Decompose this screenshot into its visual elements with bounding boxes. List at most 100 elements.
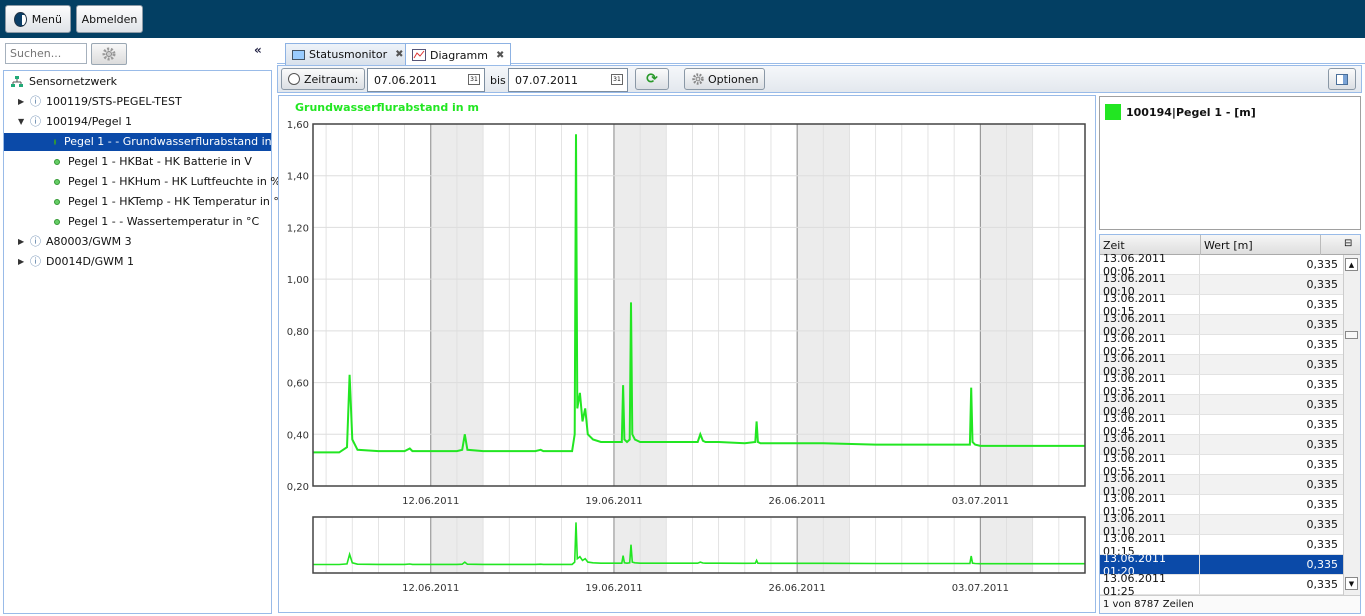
logout-button[interactable]: Abmelden <box>76 5 143 33</box>
y-tick-label: 1,20 <box>287 223 309 234</box>
tree-node-label: 100194/Pegel 1 <box>46 115 133 128</box>
close-icon[interactable]: ✖ <box>395 49 403 60</box>
clock-icon <box>288 73 300 85</box>
tree-leaf[interactable]: Pegel 1 - - Wassertemperatur in °C <box>54 213 259 231</box>
cell-wert: 0,335 <box>1306 398 1339 411</box>
toggle-panel-button[interactable] <box>1328 68 1356 90</box>
tree-root-label: Sensornetzwerk <box>29 75 117 88</box>
y-tick-label: 1,60 <box>287 120 309 131</box>
col-zeit-header[interactable]: Zeit <box>1103 239 1125 252</box>
options-label: Optionen <box>708 72 759 86</box>
tab-diagramm[interactable]: Diagramm ✖ <box>405 43 512 66</box>
cell-wert: 0,335 <box>1306 298 1339 311</box>
tree-root[interactable]: Sensornetzwerk <box>10 73 117 91</box>
y-tick-label: 0,80 <box>287 327 309 338</box>
x-tick-label: 12.06.2011 <box>402 496 459 507</box>
cell-wert: 0,335 <box>1306 558 1339 571</box>
zeitraum-button[interactable]: Zeitraum: <box>281 68 366 90</box>
cell-wert: 0,335 <box>1306 418 1339 431</box>
cell-wert: 0,335 <box>1306 338 1339 351</box>
app-logo-icon <box>14 11 27 27</box>
from-date-field[interactable]: 07.06.2011 31 <box>367 68 485 92</box>
calendar-icon[interactable]: 31 <box>611 74 623 85</box>
tree-node[interactable]: ▶ ⓘ A80003/GWM 3 <box>18 233 132 251</box>
tree-leaf-selected[interactable]: Pegel 1 - - Grundwasserflurabstand in m <box>4 133 286 151</box>
scroll-down-icon[interactable]: ▼ <box>1345 577 1358 590</box>
menu-label: Menü <box>31 12 62 26</box>
calendar-icon[interactable]: 31 <box>468 74 480 85</box>
refresh-button[interactable]: ⟳ <box>635 68 669 90</box>
legend-label: 100194|Pegel 1 - [m] <box>1126 105 1256 119</box>
tree-node[interactable]: ▶ ⓘ D0014D/GWM 1 <box>18 253 134 271</box>
cell-wert: 0,335 <box>1306 438 1339 451</box>
from-date-value: 07.06.2011 <box>374 73 437 87</box>
tree-node-label: D0014D/GWM 1 <box>46 255 135 268</box>
cell-wert: 0,335 <box>1306 578 1339 591</box>
navigator-x-tick-label: 26.06.2011 <box>769 583 826 594</box>
col-wert-header[interactable]: Wert [m] <box>1204 239 1253 252</box>
tree-leaf-label: Pegel 1 - HKHum - HK Luftfeuchte in % <box>68 175 281 188</box>
tab-statusmonitor[interactable]: Statusmonitor ✖ <box>285 43 411 65</box>
antenna-icon: ⓘ <box>30 255 41 268</box>
expand-arrow-icon[interactable]: ▶ <box>18 233 30 251</box>
column-menu-icon[interactable]: ⊟ <box>1344 238 1352 249</box>
collapse-sidebar-icon[interactable]: « <box>254 43 262 57</box>
x-tick-label: 26.06.2011 <box>769 496 826 507</box>
tree-node[interactable]: ▼ ⓘ 100194/Pegel 1 <box>18 113 132 131</box>
scroll-up-icon[interactable]: ▲ <box>1345 258 1358 271</box>
navigator-x-tick-label: 03.07.2011 <box>952 583 1009 594</box>
tree-leaf[interactable]: Pegel 1 - HKHum - HK Luftfeuchte in % <box>54 173 281 191</box>
tree-leaf[interactable]: Pegel 1 - HKTemp - HK Temperatur in °C <box>54 193 287 211</box>
y-tick-label: 1,40 <box>287 172 309 183</box>
chart-area: Grundwasserflurabstand in m 0,20 0,40 0,60 0… <box>278 95 1096 613</box>
tree-node[interactable]: ▶ ⓘ 100119/STS-PEGEL-TEST <box>18 93 182 111</box>
tab-label: Statusmonitor <box>309 48 388 61</box>
menu-button[interactable]: Menü <box>5 5 71 33</box>
tree-leaf-label: Pegel 1 - HKTemp - HK Temperatur in °C <box>68 195 287 208</box>
sensor-dot-icon <box>54 159 60 165</box>
x-tick-label: 03.07.2011 <box>952 496 1009 507</box>
expand-arrow-icon[interactable]: ▶ <box>18 93 30 111</box>
refresh-icon: ⟳ <box>646 71 658 87</box>
sensor-dot-icon <box>54 219 60 225</box>
cell-wert: 0,335 <box>1306 278 1339 291</box>
to-date-field[interactable]: 07.07.2011 31 <box>508 68 628 92</box>
tree-node-label: 100119/STS-PEGEL-TEST <box>46 95 182 108</box>
tree-node-label: A80003/GWM 3 <box>46 235 132 248</box>
scroll-thumb[interactable] <box>1345 331 1358 339</box>
antenna-icon: ⓘ <box>30 115 41 128</box>
to-date-value: 07.07.2011 <box>515 73 578 87</box>
search-settings-button[interactable] <box>91 43 127 65</box>
legend-swatch <box>1105 104 1121 120</box>
zeitraum-label: Zeitraum: <box>304 72 359 86</box>
logout-label: Abmelden <box>81 12 138 26</box>
cell-wert: 0,335 <box>1306 378 1339 391</box>
tab-label: Diagramm <box>430 48 488 62</box>
grid-scrollbar[interactable]: ▲ ▼ <box>1343 255 1360 595</box>
expand-arrow-icon[interactable]: ▶ <box>18 253 30 271</box>
table-row[interactable]: 13.06.2011 01:25 0,335 <box>1100 572 1344 598</box>
y-tick-label: 0,20 <box>287 482 309 493</box>
cell-wert: 0,335 <box>1306 318 1339 331</box>
options-button[interactable]: Optionen <box>684 68 766 90</box>
bis-label: bis <box>490 74 506 87</box>
top-bar: Menü Abmelden <box>0 0 1365 38</box>
collapse-arrow-icon[interactable]: ▼ <box>18 113 30 131</box>
search-input[interactable] <box>5 43 87 64</box>
legend-entry[interactable]: 100194|Pegel 1 - [m] <box>1105 104 1256 120</box>
tree-leaf-label: Pegel 1 - - Grundwasserflurabstand in m <box>64 135 286 148</box>
tree-leaf[interactable]: Pegel 1 - HKBat - HK Batterie in V <box>54 153 252 171</box>
tab-strip: Statusmonitor ✖ Diagramm ✖ <box>277 40 1365 66</box>
gear-icon <box>692 73 704 85</box>
sensor-tree: Sensornetzwerk ▶ ⓘ 100119/STS-PEGEL-TEST… <box>3 70 287 614</box>
panel-icon <box>1336 73 1348 85</box>
cell-wert: 0,335 <box>1306 258 1339 271</box>
close-icon[interactable]: ✖ <box>496 50 504 61</box>
navigator-x-tick-label: 12.06.2011 <box>402 583 459 594</box>
monitor-icon <box>292 49 305 60</box>
cell-zeit: 13.06.2011 01:25 <box>1100 572 1200 598</box>
line-chart[interactable]: Grundwasserflurabstand in m 0,20 0,40 0,60 0… <box>279 96 1095 612</box>
cell-wert: 0,335 <box>1306 458 1339 471</box>
grid-footer: 1 von 8787 Zeilen <box>1100 595 1360 613</box>
chart-icon <box>412 49 426 61</box>
